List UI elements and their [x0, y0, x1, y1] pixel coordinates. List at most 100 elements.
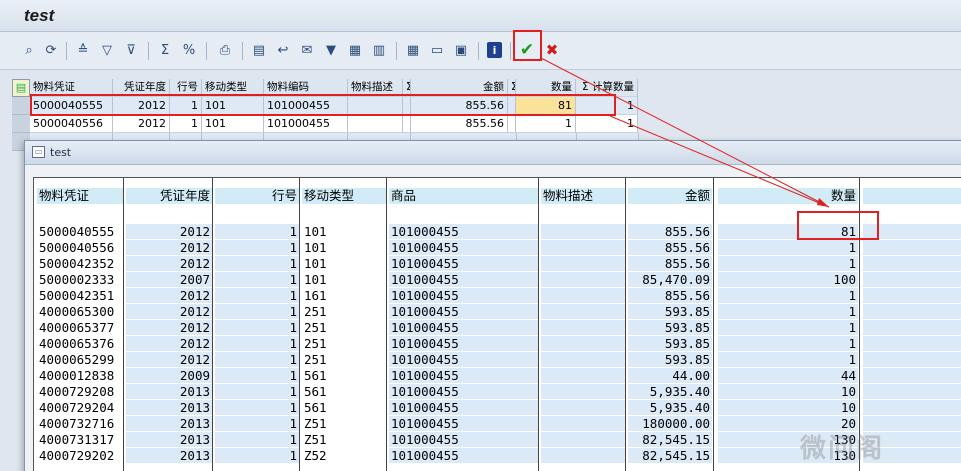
list-cell[interactable]: 593.85	[628, 336, 712, 351]
local-file-icon[interactable]: ↩	[274, 41, 292, 59]
print-icon[interactable]: ⎙	[216, 41, 234, 59]
list-cell[interactable]: 251	[302, 320, 386, 335]
list-cell[interactable]: 4000065377	[37, 320, 123, 335]
filter-set-icon[interactable]: ⊽	[122, 41, 140, 59]
list-cell[interactable]: 5,935.40	[628, 384, 712, 399]
subtotal-icon[interactable]: %	[180, 41, 198, 59]
list-cell[interactable]: 44.00	[628, 368, 712, 383]
list-cell[interactable]: 2012	[126, 336, 212, 351]
list-cell[interactable]: 855.56	[628, 256, 712, 271]
list-cell[interactable]	[541, 416, 625, 431]
list-cell[interactable]: 593.85	[628, 304, 712, 319]
list-cell[interactable]: 5000042351	[37, 288, 123, 303]
list-cell[interactable]: 1	[215, 336, 299, 351]
list-cell[interactable]: 5000042352	[37, 256, 123, 271]
table-cell[interactable]	[508, 115, 516, 133]
list-cell[interactable]: 251	[302, 336, 386, 351]
list-cell[interactable]: 2012	[126, 256, 212, 271]
change-layout-icon[interactable]: ▣	[452, 41, 470, 59]
list-cell[interactable]: 1	[718, 320, 858, 335]
list-cell[interactable]: 101000455	[389, 384, 538, 399]
list-cell[interactable]: 4000065299	[37, 352, 123, 367]
list-cell[interactable]: 5000002333	[37, 272, 123, 287]
layout-icon[interactable]: ▥	[370, 41, 388, 59]
row-selector[interactable]	[12, 115, 30, 133]
table-row[interactable]: 5000040556 2012 1 101 101000455 855.56 1 1	[30, 115, 638, 133]
list-cell[interactable]: 1	[718, 288, 858, 303]
list-cell[interactable]: 593.85	[628, 352, 712, 367]
list-cell[interactable]	[541, 448, 625, 463]
list-cell[interactable]: 101000455	[389, 352, 538, 367]
list-cell[interactable]: 1	[215, 384, 299, 399]
abc-icon[interactable]: ▼	[322, 41, 340, 59]
list-cell[interactable]	[541, 224, 625, 239]
list-cell[interactable]	[541, 384, 625, 399]
list-cell[interactable]: 5000040555	[37, 224, 123, 239]
details-icon[interactable]: ⌕	[20, 41, 38, 59]
list-cell[interactable]: 2013	[126, 400, 212, 415]
choose-layout-icon[interactable]: ▦	[404, 41, 422, 59]
column-header[interactable]: 移动类型	[302, 188, 386, 204]
list-cell[interactable]: 251	[302, 304, 386, 319]
list-cell[interactable]	[541, 368, 625, 383]
list-cell[interactable]	[541, 288, 625, 303]
list-cell[interactable]: 1	[718, 256, 858, 271]
info-icon[interactable]: i	[487, 42, 502, 58]
list-cell[interactable]: 1	[215, 432, 299, 447]
list-cell[interactable]: 2013	[126, 416, 212, 431]
sum-icon[interactable]: Σ	[156, 41, 174, 59]
list-cell[interactable]: 101000455	[389, 256, 538, 271]
list-cell[interactable]: 2012	[126, 224, 212, 239]
list-cell[interactable]: Z51	[302, 432, 386, 447]
list-cell[interactable]: 4000729202	[37, 448, 123, 463]
list-cell[interactable]: 100	[718, 272, 858, 287]
select-all-icon[interactable]: ▤	[12, 79, 30, 97]
list-cell[interactable]: 101000455	[389, 272, 538, 287]
list-cell[interactable]: 593.85	[628, 320, 712, 335]
list-cell[interactable]	[541, 320, 625, 335]
export-icon[interactable]: ▤	[250, 41, 268, 59]
list-cell[interactable]: 2012	[126, 240, 212, 255]
list-cell[interactable]: 855.56	[628, 240, 712, 255]
list-cell[interactable]: 10	[718, 384, 858, 399]
list-cell[interactable]: 1	[215, 304, 299, 319]
list-cell[interactable]: 1	[215, 368, 299, 383]
cancel-icon[interactable]: ✖	[543, 41, 561, 59]
list-cell[interactable]: 1	[718, 352, 858, 367]
list-cell[interactable]: 561	[302, 384, 386, 399]
list-cell[interactable]: 101000455	[389, 336, 538, 351]
list-cell[interactable]: 1	[215, 224, 299, 239]
refresh-icon[interactable]: ⟳	[42, 41, 60, 59]
list-cell[interactable]	[541, 400, 625, 415]
column-header[interactable]: 行号	[215, 188, 299, 204]
list-cell[interactable]: 1	[215, 320, 299, 335]
list-cell[interactable]: 2009	[126, 368, 212, 383]
filter-icon[interactable]: ▽	[98, 41, 116, 59]
list-cell[interactable]: 1	[215, 240, 299, 255]
list-cell[interactable]: 4000012838	[37, 368, 123, 383]
list-cell[interactable]: 101000455	[389, 400, 538, 415]
graphic-icon[interactable]: ▦	[346, 41, 364, 59]
list-cell[interactable]: Z52	[302, 448, 386, 463]
table-cell[interactable]: 1	[576, 115, 638, 133]
list-cell[interactable]: 1	[215, 352, 299, 367]
table-cell[interactable]: 1	[516, 115, 576, 133]
table-cell[interactable]	[348, 115, 403, 133]
list-cell[interactable]: 101	[302, 272, 386, 287]
list-cell[interactable]: 101000455	[389, 224, 538, 239]
list-cell[interactable]: 44	[718, 368, 858, 383]
list-cell[interactable]: 2013	[126, 432, 212, 447]
list-cell[interactable]	[541, 256, 625, 271]
list-cell[interactable]: 101000455	[389, 432, 538, 447]
list-cell[interactable]: 101000455	[389, 448, 538, 463]
table-cell[interactable]: 101000455	[264, 115, 348, 133]
list-cell[interactable]	[541, 352, 625, 367]
mail-icon[interactable]: ✉	[298, 41, 316, 59]
list-cell[interactable]: 2013	[126, 448, 212, 463]
list-cell[interactable]: 85,470.09	[628, 272, 712, 287]
list-cell[interactable]: 101	[302, 256, 386, 271]
list-cell[interactable]: 1	[215, 288, 299, 303]
column-header[interactable]: 数量	[718, 188, 858, 204]
list-cell[interactable]: Z51	[302, 416, 386, 431]
list-cell[interactable]: 561	[302, 368, 386, 383]
